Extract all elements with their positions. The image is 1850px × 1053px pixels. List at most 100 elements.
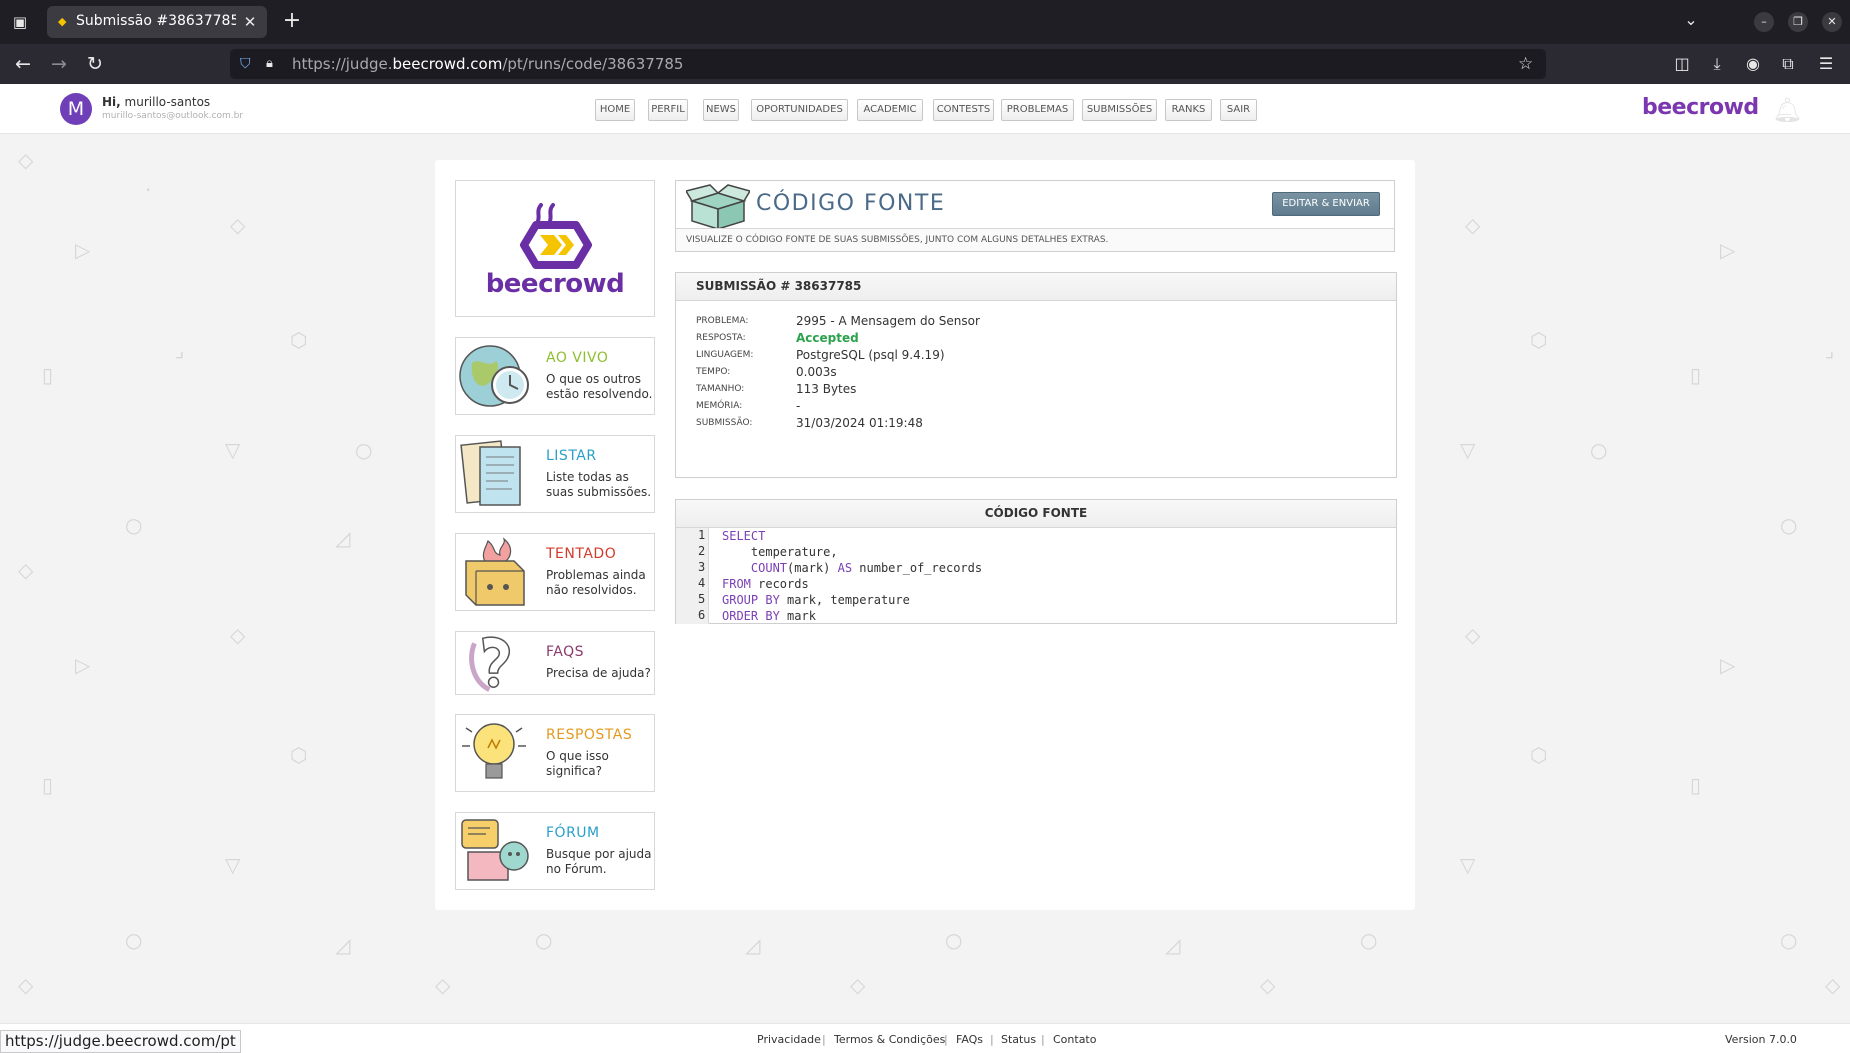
edit-and-submit-button[interactable]: EDITAR & ENVIAR bbox=[1272, 192, 1380, 216]
detail-value-tempo: 0.003s bbox=[796, 365, 837, 379]
pattern-circle-icon: ○ bbox=[1780, 928, 1798, 952]
menu-academic[interactable]: ACADEMIC bbox=[857, 99, 923, 121]
minimize-icon[interactable]: – bbox=[1754, 12, 1774, 32]
pattern-triangle-icon: ▽ bbox=[225, 438, 241, 462]
detail-label-tamanho: TAMANHO: bbox=[696, 384, 745, 394]
pattern-triangle-icon: ◿ bbox=[745, 933, 761, 957]
close-icon[interactable]: ✕ bbox=[241, 12, 259, 32]
account-icon[interactable]: ◉ bbox=[1742, 54, 1764, 74]
sidebar-item-desc: Problemas ainda não resolvidos. bbox=[546, 568, 646, 597]
sidebar-item-tentado[interactable]: TENTADO Problemas ainda não resolvidos. bbox=[455, 533, 655, 611]
version-label: Version 7.0.0 bbox=[1725, 1033, 1797, 1046]
menu-contests[interactable]: CONTESTS bbox=[933, 99, 994, 121]
line-number: 1 bbox=[676, 528, 709, 544]
menu-sair[interactable]: SAIR bbox=[1220, 99, 1257, 121]
avatar[interactable]: M bbox=[60, 93, 92, 125]
code-block[interactable]: 1 2 3 4 5 6 SELECT temperature, COUNT(ma… bbox=[676, 528, 1396, 624]
pattern-triangle-icon: ◿ bbox=[335, 526, 351, 550]
bookmark-star-icon[interactable]: ☆ bbox=[1518, 54, 1536, 74]
footer-link-termos[interactable]: Termos & Condições bbox=[834, 1033, 945, 1046]
chevron-down-icon[interactable]: ⌄ bbox=[1681, 10, 1701, 32]
address-bar[interactable]: ⛉ 🔒︎ https://judge.beecrowd.com/pt/runs/… bbox=[230, 49, 1546, 79]
pattern-triangle-icon: ▷ bbox=[1720, 238, 1736, 262]
sidebar-item-forum[interactable]: FÓRUM Busque por ajuda no Fórum. bbox=[455, 812, 655, 890]
open-box-icon bbox=[686, 184, 750, 229]
sidebar-item-ao-vivo[interactable]: AO VIVO O que os outros estão resolvendo… bbox=[455, 337, 655, 415]
pattern-diamond-icon: ◇ bbox=[1465, 213, 1481, 237]
code-line: SELECT bbox=[722, 529, 766, 543]
page-title: CÓDIGO FONTE bbox=[756, 191, 946, 216]
user-greeting: Hi, murillo-santos bbox=[102, 95, 211, 109]
forum-chat-icon bbox=[461, 819, 529, 881]
url-text[interactable]: https://judge.beecrowd.com/pt/runs/code/… bbox=[292, 55, 683, 73]
pattern-dot-icon: · bbox=[145, 178, 152, 202]
hamburger-menu-icon[interactable]: ☰ bbox=[1815, 54, 1837, 74]
sidebar-item-title: FÓRUM bbox=[546, 825, 600, 841]
tab-list-icon[interactable]: ▣ bbox=[10, 12, 30, 32]
pattern-diamond-icon: ◇ bbox=[1465, 623, 1481, 647]
pattern-diamond-icon: ◇ bbox=[18, 148, 34, 172]
pattern-hexagon-icon: ⬡ bbox=[1530, 328, 1548, 352]
site-header: M Hi, murillo-santos murillo-santos@outl… bbox=[0, 84, 1850, 134]
menu-ranks[interactable]: RANKS bbox=[1165, 99, 1212, 121]
main-card: beecrowd AO VIVO O que os outros estão r… bbox=[435, 160, 1415, 910]
menu-home[interactable]: HOME bbox=[595, 99, 635, 121]
footer-link-status[interactable]: Status bbox=[1001, 1033, 1036, 1046]
window-close-icon[interactable]: ✕ bbox=[1822, 12, 1842, 32]
shield-icon[interactable]: ⛉ bbox=[240, 55, 256, 73]
reload-icon[interactable]: ↻ bbox=[82, 52, 108, 76]
browser-tab[interactable]: ◆ Submissão #38637785 - beecrowd ✕ bbox=[47, 6, 267, 38]
footer-link-faqs[interactable]: FAQs bbox=[956, 1033, 983, 1046]
footer-link-privacidade[interactable]: Privacidade bbox=[757, 1033, 821, 1046]
code-line: temperature, bbox=[722, 545, 838, 559]
code-line: FROM records bbox=[722, 577, 809, 591]
extensions-icon[interactable]: ⧉ bbox=[1777, 54, 1799, 74]
sidebar-item-listar[interactable]: LISTAR Liste todas as suas submissões. bbox=[455, 435, 655, 513]
pattern-diamond-icon: ◇ bbox=[230, 213, 246, 237]
new-tab-plus-icon[interactable]: + bbox=[280, 10, 304, 34]
line-number: 3 bbox=[676, 560, 709, 576]
pattern-circle-icon: ○ bbox=[125, 928, 143, 952]
sidebar-item-desc: Busque por ajuda no Fórum. bbox=[546, 847, 652, 876]
question-mark-icon bbox=[469, 636, 510, 692]
sidebar-item-faqs[interactable]: FAQS Precisa de ajuda? bbox=[455, 631, 655, 695]
sidebar-logo[interactable]: beecrowd bbox=[455, 180, 655, 317]
sidebar-logo-text: beecrowd bbox=[485, 269, 625, 299]
lock-icon[interactable]: 🔒︎ bbox=[266, 55, 280, 73]
menu-news[interactable]: NEWS bbox=[703, 99, 739, 121]
sidebar-item-respostas[interactable]: RESPOSTAS O que isso significa? bbox=[455, 714, 655, 792]
pattern-circle-icon: ○ bbox=[1590, 438, 1608, 462]
source-code-panel: CÓDIGO FONTE 1 2 3 4 5 6 SELECT temperat… bbox=[675, 499, 1397, 624]
pattern-hexagon-icon: ⬡ bbox=[290, 743, 308, 767]
footer-link-contato[interactable]: Contato bbox=[1053, 1033, 1096, 1046]
source-code-header: CÓDIGO FONTE EDITAR & ENVIAR VISUALIZE O… bbox=[675, 180, 1395, 252]
detail-value-problema[interactable]: 2995 - A Mensagem do Sensor bbox=[796, 314, 980, 328]
pattern-circle-icon: ○ bbox=[1360, 928, 1378, 952]
pattern-diamond-icon: ◇ bbox=[435, 973, 451, 997]
browser-nav-bar: ← → ↻ ⛉ 🔒︎ https://judge.beecrowd.com/pt… bbox=[0, 44, 1850, 84]
pocket-icon[interactable]: ◫ bbox=[1671, 54, 1693, 74]
pattern-circle-icon: ○ bbox=[355, 438, 373, 462]
menu-problemas[interactable]: PROBLEMAS bbox=[1001, 99, 1074, 121]
bell-icon[interactable]: 🔔︎ bbox=[1772, 97, 1802, 123]
menu-submissoes[interactable]: SUBMISSÕES bbox=[1082, 99, 1157, 121]
download-icon[interactable]: ⤓ bbox=[1706, 54, 1728, 74]
line-number: 4 bbox=[676, 576, 709, 592]
detail-label-submissao: SUBMISSÃO: bbox=[696, 418, 753, 428]
footer-separator: | bbox=[822, 1033, 826, 1046]
forward-arrow-icon[interactable]: → bbox=[46, 52, 72, 76]
code-line: COUNT(mark) AS number_of_records bbox=[750, 561, 983, 575]
back-arrow-icon[interactable]: ← bbox=[10, 52, 36, 76]
pattern-triangle-icon: ◿ bbox=[335, 933, 351, 957]
beecrowd-logo-icon bbox=[520, 203, 592, 269]
restore-icon[interactable]: ❐ bbox=[1788, 12, 1808, 32]
pattern-diamond-icon: ◇ bbox=[1825, 973, 1841, 997]
brand-logo[interactable]: beecrowd bbox=[1642, 95, 1759, 120]
menu-oportunidades[interactable]: OPORTUNIDADES bbox=[751, 99, 848, 121]
sidebar-item-desc: Liste todas as suas submissões. bbox=[546, 470, 652, 499]
pattern-triangle-icon: ▽ bbox=[225, 853, 241, 877]
footer-separator: | bbox=[990, 1033, 994, 1046]
menu-perfil[interactable]: PERFIL bbox=[648, 99, 688, 121]
detail-label-problema: PROBLEMA: bbox=[696, 316, 749, 326]
detail-value-tamanho: 113 Bytes bbox=[796, 382, 857, 396]
